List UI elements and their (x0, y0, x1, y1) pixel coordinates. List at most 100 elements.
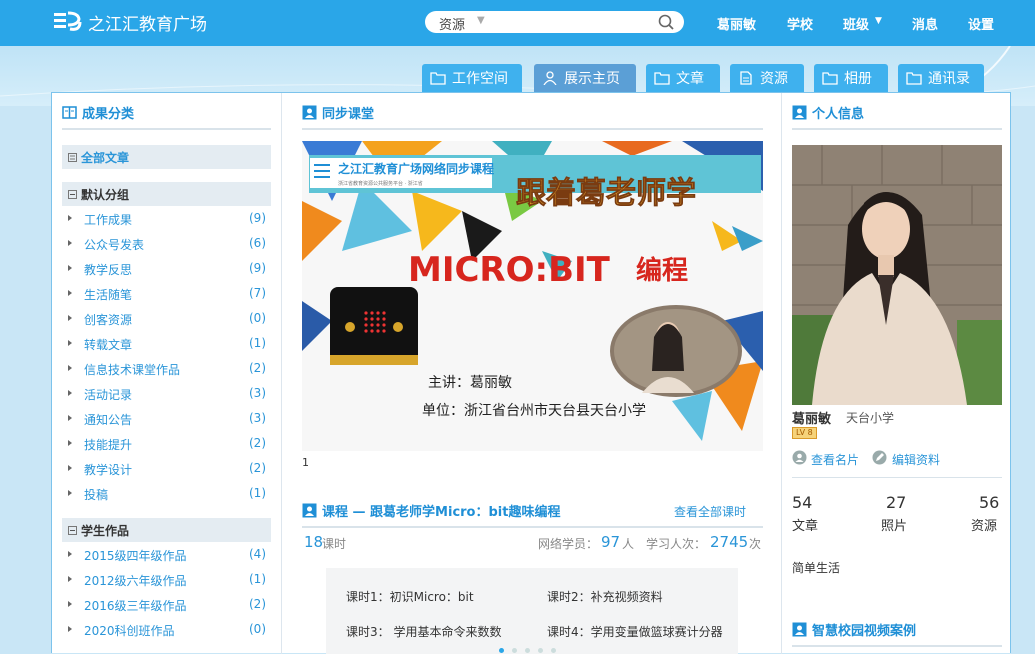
category-count: (3) (249, 386, 266, 400)
course-title[interactable]: 课程 — 跟葛老师学Micro：bit趣味编程 (302, 501, 560, 520)
stat-photos-count[interactable]: 27 (886, 493, 906, 512)
edit-icon (872, 450, 887, 465)
folder-icon (430, 72, 446, 85)
tab-album[interactable]: 相册 (814, 64, 888, 92)
stat-resources-label: 资源 (971, 519, 998, 534)
view-card-link[interactable]: 查看名片 (811, 451, 859, 468)
site-title: 之江汇教育广场 (88, 14, 207, 35)
category-label: 转载文章 (84, 338, 133, 352)
nav-school[interactable]: 学校 (787, 14, 813, 33)
profile-title: 个人信息 (792, 103, 864, 122)
tab-label: 通讯录 (928, 71, 970, 87)
lesson-item[interactable]: 课时3： 学用基本命令来数数 (346, 623, 501, 640)
banner-speaker: 主讲：葛丽敏 (428, 375, 512, 391)
profile-motto: 简单生活 (792, 561, 841, 575)
caret-right-icon (68, 440, 72, 446)
category-count: (1) (249, 572, 266, 586)
caret-right-icon (68, 365, 72, 371)
carousel-dot[interactable] (538, 648, 543, 653)
sync-classroom-panel: 同步课堂 之江汇教育广场网络同步课程 浙江省教育资源公共服务平台 · 浙江省 跟… (283, 93, 782, 654)
top-bar: 之江汇教育广场 资源 ▼ 葛丽敏 学校 班级 ▼ 消息 设置 (0, 0, 1035, 46)
tab-homepage[interactable]: 展示主页 (534, 64, 636, 92)
stat-resources-count[interactable]: 56 (979, 493, 999, 512)
caret-right-icon (68, 626, 72, 632)
site-logo[interactable]: 之江汇教育广场 (52, 9, 207, 35)
carousel-dot[interactable] (551, 648, 556, 653)
collapse-icon[interactable] (68, 189, 77, 199)
category-label: 投稿 (84, 488, 109, 502)
main-content: 成果分类 全部文章 默认分组 工作成果 (9) 公众号发表 (6) 教学反思 (9) 生活随… (51, 92, 1012, 654)
stat-articles-count[interactable]: 54 (792, 493, 812, 512)
tab-label: 展示主页 (564, 71, 620, 87)
category-count: (2) (249, 361, 266, 375)
logo-icon (54, 11, 82, 31)
folder-icon (906, 72, 922, 85)
group-default[interactable]: 默认分组 (62, 182, 271, 206)
tab-label: 资源 (760, 71, 788, 87)
tab-articles[interactable]: 文章 (646, 64, 720, 92)
caret-right-icon (68, 265, 72, 271)
tab-resources[interactable]: 资源 (730, 64, 804, 92)
course-banner[interactable]: 之江汇教育广场网络同步课程 浙江省教育资源公共服务平台 · 浙江省 跟着葛老师学… (302, 141, 763, 451)
category-count: (1) (249, 336, 266, 350)
tab-label: 相册 (844, 71, 872, 87)
lesson-item[interactable]: 课时2：补充视频资料 (547, 588, 663, 605)
banner-unit: 单位：浙江省台州市天台县天台小学 (422, 402, 646, 419)
category-label: 生活随笔 (84, 288, 133, 302)
group-student-works[interactable]: 学生作品 (62, 518, 271, 542)
profile-name[interactable]: 葛丽敏 (792, 408, 831, 427)
category-label: 工作成果 (84, 213, 133, 227)
lesson-carousel: 课时1：初识Micro：bit 课时2：补充视频资料 课时3： 学用基本命令来数… (326, 568, 738, 654)
category-label: 活动记录 (84, 388, 133, 402)
lessons-count: 18 (304, 533, 324, 551)
all-articles[interactable]: 全部文章 (62, 145, 271, 169)
divider (302, 526, 763, 528)
students-unit: 人 (622, 537, 635, 551)
document-icon (740, 71, 752, 85)
caret-right-icon (68, 415, 72, 421)
sync-classroom-title: 同步课堂 (302, 103, 374, 122)
category-count: (1) (249, 486, 266, 500)
lesson-item[interactable]: 课时4：学用变量做篮球赛计分器 (547, 623, 723, 640)
nav-messages[interactable]: 消息 (912, 14, 938, 33)
book-icon (62, 106, 77, 119)
carousel-dot[interactable] (499, 648, 504, 653)
profile-school: 天台小学 (846, 411, 895, 425)
lessons-unit: 课时 (322, 537, 347, 551)
carousel-dot[interactable] (512, 648, 517, 653)
students-label: 网络学员： (538, 537, 599, 551)
nav-user[interactable]: 葛丽敏 (717, 14, 756, 33)
caret-right-icon (68, 551, 72, 557)
folder-icon (654, 72, 670, 85)
banner-header: 之江汇教育广场网络同步课程 (338, 161, 494, 176)
caret-right-icon (68, 240, 72, 246)
avatar[interactable] (792, 145, 1002, 405)
user-card-icon (792, 622, 807, 637)
video-cases-title[interactable]: 智慧校园视频案例 (792, 620, 916, 639)
edit-profile-link[interactable]: 编辑资料 (892, 451, 940, 468)
category-label: 2015级四年级作品 (84, 549, 187, 563)
category-label: 2016级三年级作品 (84, 599, 187, 613)
category-count: (7) (249, 286, 266, 300)
category-count: (2) (249, 597, 266, 611)
tab-label: 文章 (676, 71, 704, 87)
visits-count: 2745 (710, 533, 749, 551)
search-bar[interactable]: 资源 ▼ (425, 11, 684, 33)
search-icon[interactable] (658, 14, 674, 30)
divider (792, 645, 1002, 647)
collapse-icon[interactable] (68, 525, 77, 535)
avatar-photo (792, 145, 1002, 405)
folder-icon (822, 72, 838, 85)
tab-contacts[interactable]: 通讯录 (898, 64, 984, 92)
view-all-lessons-link[interactable]: 查看全部课时 (674, 503, 746, 520)
caret-right-icon (68, 340, 72, 346)
course-banner-image: 之江汇教育广场网络同步课程 浙江省教育资源公共服务平台 · 浙江省 跟着葛老师学… (302, 141, 763, 451)
carousel-dot[interactable] (525, 648, 530, 653)
tab-workspace[interactable]: 工作空间 (422, 64, 522, 92)
caret-right-icon (68, 315, 72, 321)
nav-class[interactable]: 班级 (843, 14, 869, 33)
profile-panel: 个人信息 葛丽敏 天台小学 LV 8 查看名片 编辑资料 54 文章 27 照片… (783, 93, 1012, 654)
search-scope-select[interactable]: 资源 (439, 14, 465, 33)
lesson-item[interactable]: 课时1：初识Micro：bit (346, 588, 474, 605)
nav-settings[interactable]: 设置 (968, 14, 994, 33)
